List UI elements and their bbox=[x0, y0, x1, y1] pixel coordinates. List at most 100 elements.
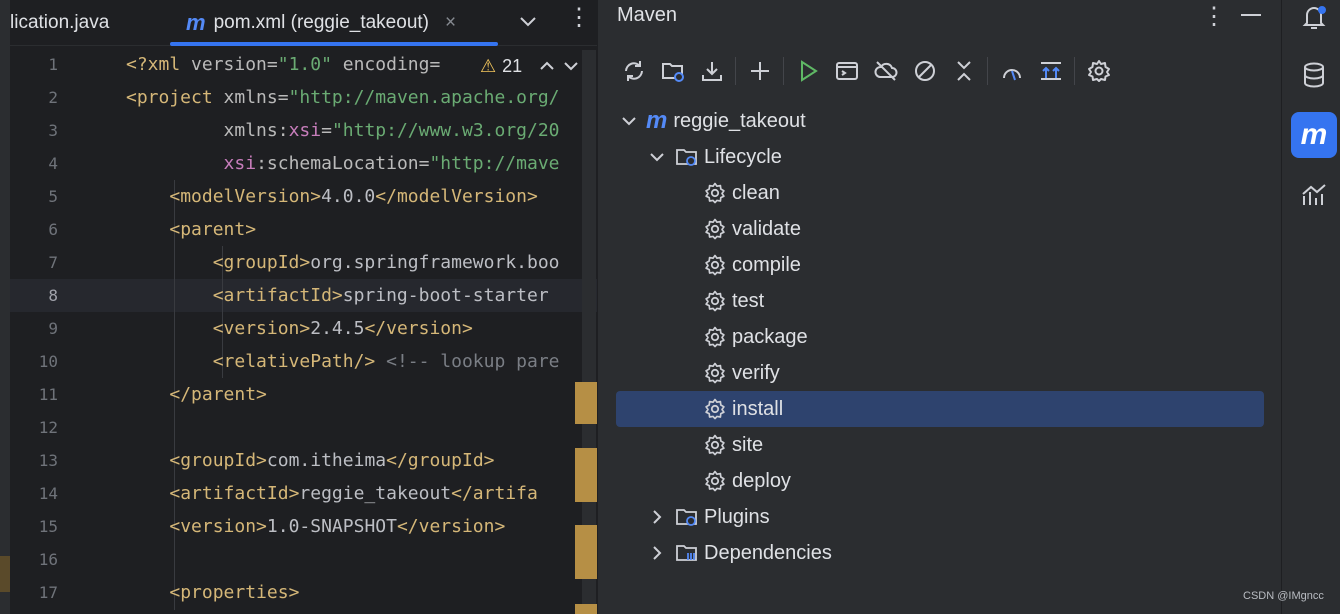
gear-icon bbox=[702, 468, 728, 494]
minimize-icon[interactable] bbox=[1241, 14, 1261, 16]
code-line: xsi:schemaLocation="http://mave bbox=[223, 153, 560, 174]
chevron-right-icon[interactable] bbox=[648, 508, 666, 526]
code-editor[interactable]: lication.java m pom.xml (reggie_takeout)… bbox=[0, 0, 597, 614]
tree-node-plugins[interactable]: Plugins bbox=[616, 499, 1264, 535]
settings-icon[interactable] bbox=[1079, 54, 1118, 88]
tree-node-label: site bbox=[732, 433, 764, 456]
run-icon[interactable] bbox=[788, 54, 827, 88]
code-line: <project xmlns="http://maven.apache.org/ bbox=[126, 87, 560, 108]
inspection-widget[interactable]: ⚠ 21 bbox=[468, 48, 593, 84]
tree-node-label: reggie_takeout bbox=[673, 109, 806, 132]
notifications-button[interactable] bbox=[1291, 0, 1337, 40]
gear-icon bbox=[702, 432, 728, 458]
more-vertical-icon[interactable]: ⋮ bbox=[1202, 2, 1226, 31]
lifecycle-phase-package[interactable]: package bbox=[616, 319, 1264, 355]
right-tool-strip: m bbox=[1281, 0, 1340, 614]
lifecycle-phase-verify[interactable]: verify bbox=[616, 355, 1264, 391]
warning-icon: ⚠ bbox=[480, 55, 497, 76]
line-number: 17 bbox=[38, 583, 58, 602]
line-number: 14 bbox=[38, 484, 58, 503]
code-content[interactable]: <?xml version="1.0" encoding= <project x… bbox=[126, 48, 597, 614]
maven-tool-window: Maven ⋮ m reggie_takeout Lifecycle clean… bbox=[597, 0, 1281, 614]
gear-icon bbox=[702, 216, 728, 242]
line-number: 7 bbox=[48, 253, 58, 272]
collapse-all-icon[interactable] bbox=[944, 54, 983, 88]
gear-icon bbox=[702, 288, 728, 314]
tree-node-label: compile bbox=[732, 253, 801, 276]
code-line: <version>1.0-SNAPSHOT</version> bbox=[169, 516, 506, 537]
lifecycle-phase-install[interactable]: install bbox=[616, 391, 1264, 427]
lifecycle-phase-clean[interactable]: clean bbox=[616, 175, 1264, 211]
chevron-down-icon[interactable] bbox=[562, 57, 580, 75]
bell-icon bbox=[1302, 6, 1326, 29]
line-number: 6 bbox=[48, 220, 58, 239]
line-number: 11 bbox=[38, 385, 58, 404]
tab-pom-xml[interactable]: m pom.xml (reggie_takeout) × bbox=[186, 0, 456, 46]
chart-icon bbox=[1302, 184, 1326, 205]
line-number-gutter: 1 2 3 4 5 6 7 8 9 10 11 12 13 14 15 16 17 bbox=[10, 48, 123, 614]
add-icon[interactable] bbox=[740, 54, 779, 88]
maven-m-icon: m bbox=[186, 10, 206, 35]
line-number: 16 bbox=[38, 550, 58, 569]
tree-node-lifecycle[interactable]: Lifecycle bbox=[616, 139, 1264, 175]
watermark-text: CSDN @IMgncc bbox=[1243, 590, 1324, 602]
offline-icon[interactable] bbox=[866, 54, 905, 88]
analyze-dependencies-icon[interactable] bbox=[992, 54, 1031, 88]
folder-reload-icon[interactable] bbox=[653, 54, 692, 88]
show-dependencies-icon[interactable] bbox=[1031, 54, 1070, 88]
active-tab-indicator bbox=[170, 42, 498, 46]
chevron-up-icon[interactable] bbox=[538, 57, 556, 75]
line-number: 2 bbox=[48, 88, 58, 107]
toolbar-separator bbox=[735, 57, 736, 85]
maven-tool-button[interactable]: m bbox=[1291, 112, 1337, 158]
code-line: <parent> bbox=[169, 219, 257, 240]
close-icon[interactable]: × bbox=[445, 12, 456, 34]
tree-node-label: deploy bbox=[732, 469, 791, 492]
lifecycle-phase-deploy[interactable]: deploy bbox=[616, 463, 1264, 499]
line-number: 12 bbox=[38, 418, 58, 437]
tree-node-label: test bbox=[732, 289, 765, 312]
more-vertical-icon[interactable]: ⋮ bbox=[567, 3, 591, 32]
toolbar-separator bbox=[1074, 57, 1075, 85]
lifecycle-phase-test[interactable]: test bbox=[616, 283, 1264, 319]
line-number: 4 bbox=[48, 154, 58, 173]
gear-icon bbox=[702, 180, 728, 206]
tree-node-label: Dependencies bbox=[704, 541, 832, 564]
gear-icon bbox=[702, 396, 728, 422]
lifecycle-phase-validate[interactable]: validate bbox=[616, 211, 1264, 247]
line-number: 5 bbox=[48, 187, 58, 206]
skip-tests-icon[interactable] bbox=[905, 54, 944, 88]
folder-library-icon bbox=[674, 540, 700, 566]
chevron-right-icon[interactable] bbox=[648, 544, 666, 562]
folder-settings-icon bbox=[674, 504, 700, 530]
tree-node-label: Lifecycle bbox=[704, 145, 782, 168]
reload-icon[interactable] bbox=[614, 54, 653, 88]
line-number: 10 bbox=[38, 352, 58, 371]
lifecycle-phase-site[interactable]: site bbox=[616, 427, 1264, 463]
change-marker bbox=[575, 382, 597, 424]
tab-application-java[interactable]: lication.java bbox=[10, 0, 109, 46]
gear-icon bbox=[702, 360, 728, 386]
change-marker bbox=[575, 448, 597, 502]
tree-node-dependencies[interactable]: Dependencies bbox=[616, 535, 1264, 571]
maven-m-icon: m bbox=[1300, 118, 1328, 151]
folder-settings-icon bbox=[674, 144, 700, 170]
line-number: 13 bbox=[38, 451, 58, 470]
maven-toolbar bbox=[614, 54, 1118, 88]
toolbar-separator bbox=[987, 57, 988, 85]
editor-tab-bar: lication.java m pom.xml (reggie_takeout)… bbox=[10, 0, 597, 46]
download-icon[interactable] bbox=[692, 54, 731, 88]
tree-node-project[interactable]: m reggie_takeout bbox=[616, 103, 1264, 139]
chevron-down-icon[interactable] bbox=[518, 5, 538, 45]
lifecycle-phase-compile[interactable]: compile bbox=[616, 247, 1264, 283]
database-button[interactable] bbox=[1291, 52, 1337, 98]
chevron-down-icon[interactable] bbox=[620, 112, 638, 130]
gear-icon bbox=[702, 324, 728, 350]
change-marker bbox=[575, 525, 597, 579]
line-number: 15 bbox=[38, 517, 58, 536]
profiler-button[interactable] bbox=[1291, 172, 1337, 218]
execute-goal-icon[interactable] bbox=[827, 54, 866, 88]
chevron-down-icon[interactable] bbox=[648, 148, 666, 166]
change-marker bbox=[575, 604, 597, 614]
tree-node-label: validate bbox=[732, 217, 801, 240]
